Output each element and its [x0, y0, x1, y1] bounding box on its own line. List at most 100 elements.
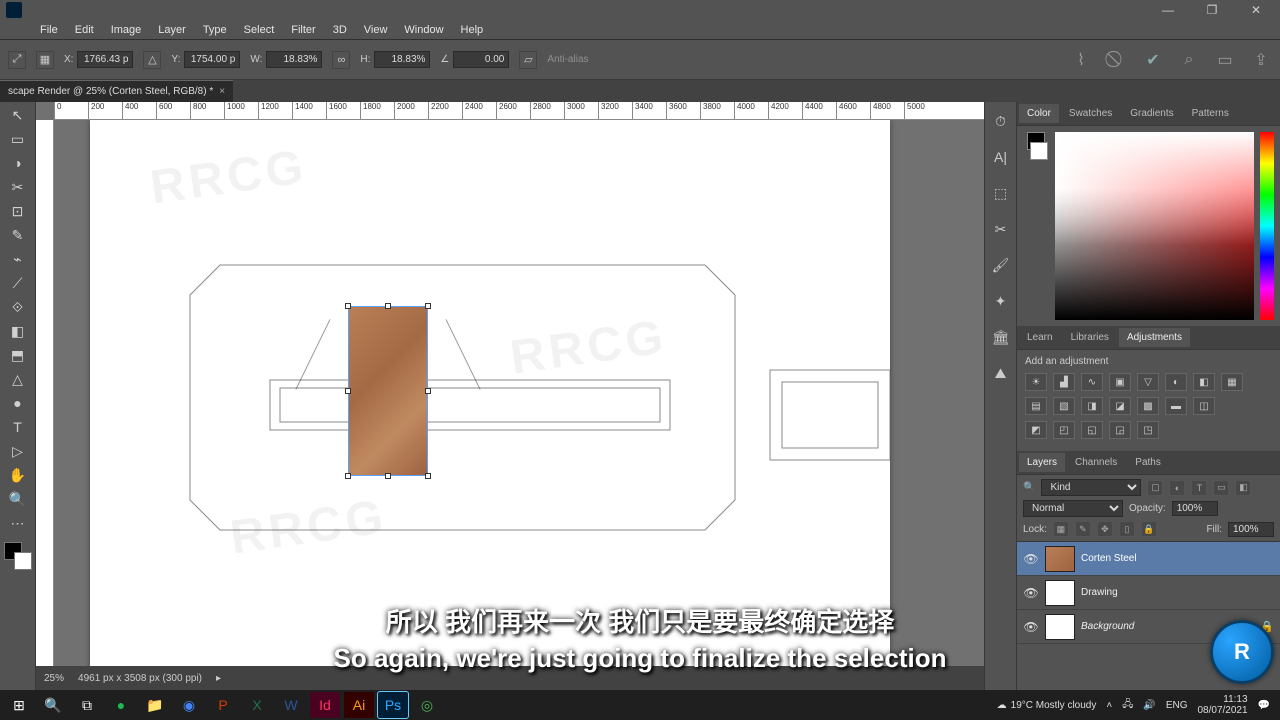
- excel-icon[interactable]: X: [242, 692, 272, 718]
- start-button[interactable]: ⊞: [4, 692, 34, 718]
- layer-name[interactable]: Background: [1081, 621, 1134, 632]
- search-taskbar-icon[interactable]: 🔍: [38, 692, 68, 718]
- crop-tool[interactable]: ✂: [3, 176, 33, 198]
- shape-tool[interactable]: ●: [3, 392, 33, 414]
- type-tool[interactable]: T: [3, 416, 33, 438]
- illustrator-icon[interactable]: Ai: [344, 692, 374, 718]
- channel-mixer-icon[interactable]: ▤: [1025, 397, 1047, 415]
- scissors-icon[interactable]: ✂: [988, 216, 1014, 242]
- brush-tool[interactable]: ⌁: [3, 248, 33, 270]
- menu-file[interactable]: File: [32, 22, 66, 38]
- powerpoint-icon[interactable]: P: [208, 692, 238, 718]
- tab-learn[interactable]: Learn: [1019, 328, 1061, 347]
- hand-tool[interactable]: ✋: [3, 464, 33, 486]
- hue-icon[interactable]: ◐: [1165, 373, 1187, 391]
- transform-handle[interactable]: [345, 303, 351, 309]
- language-indicator[interactable]: ENG: [1166, 700, 1188, 711]
- brightness-icon[interactable]: ☀: [1025, 373, 1047, 391]
- document-viewport[interactable]: RRCG RRCG RRCG: [54, 120, 984, 666]
- visibility-icon[interactable]: 👁: [1023, 586, 1039, 600]
- close-button[interactable]: ✕: [1234, 0, 1278, 20]
- menu-type[interactable]: Type: [195, 22, 235, 38]
- menu-view[interactable]: View: [356, 22, 396, 38]
- menu-layer[interactable]: Layer: [150, 22, 194, 38]
- link-wh-icon[interactable]: ∞: [332, 51, 350, 69]
- invert-icon[interactable]: ◨: [1081, 397, 1103, 415]
- transform-handle[interactable]: [345, 388, 351, 394]
- photoshop-icon[interactable]: Ps: [378, 692, 408, 718]
- commit-transform-icon[interactable]: ✔: [1142, 49, 1164, 71]
- ruler-horizontal[interactable]: 0200400600800100012001400160018002000220…: [54, 102, 984, 120]
- minimize-button[interactable]: —: [1146, 0, 1190, 20]
- filter-shape-icon[interactable]: ▭: [1213, 480, 1229, 496]
- tab-swatches[interactable]: Swatches: [1061, 104, 1120, 123]
- posterize-icon[interactable]: ◪: [1109, 397, 1131, 415]
- layer-row[interactable]: 👁Drawing: [1017, 576, 1280, 610]
- y-field[interactable]: 1754.00 p: [184, 51, 240, 68]
- lock-all-icon[interactable]: 🔒: [1141, 521, 1157, 537]
- dodge-tool[interactable]: ⬒: [3, 344, 33, 366]
- zoom-tool[interactable]: 🔍: [3, 488, 33, 510]
- ruler-vertical[interactable]: [36, 120, 54, 690]
- pen-tool[interactable]: △: [3, 368, 33, 390]
- chrome-icon[interactable]: ◉: [174, 692, 204, 718]
- reference-point-icon[interactable]: ▦: [36, 51, 54, 69]
- tray-volume-icon[interactable]: 🔊: [1143, 700, 1155, 711]
- lasso-tool[interactable]: ◑: [3, 152, 33, 174]
- opacity-field[interactable]: [1172, 501, 1218, 516]
- visibility-icon[interactable]: 👁: [1023, 620, 1039, 634]
- transform-handle[interactable]: [425, 303, 431, 309]
- search-icon[interactable]: ⌕: [1178, 49, 1200, 71]
- menu-select[interactable]: Select: [236, 22, 283, 38]
- tray-chevron-icon[interactable]: ˄: [1106, 700, 1112, 711]
- layer-thumbnail[interactable]: [1045, 614, 1075, 640]
- vibrance-icon[interactable]: ▽: [1137, 373, 1159, 391]
- layer-filter-kind[interactable]: Kind: [1041, 479, 1141, 496]
- color-swatches[interactable]: [4, 542, 32, 570]
- history-brush-tool[interactable]: ⟐: [3, 296, 33, 318]
- tab-gradients[interactable]: Gradients: [1122, 104, 1181, 123]
- background-color[interactable]: [1030, 142, 1048, 160]
- maximize-button[interactable]: ❐: [1190, 0, 1234, 20]
- obs-icon[interactable]: ◎: [412, 692, 442, 718]
- brushes-icon[interactable]: 🖌: [988, 252, 1014, 278]
- 3d-icon[interactable]: ⛰: [988, 360, 1014, 386]
- color-lookup-icon[interactable]: ▧: [1053, 397, 1075, 415]
- hue-slider[interactable]: [1260, 132, 1274, 320]
- weather-widget[interactable]: ☁19°C Mostly cloudy: [997, 700, 1097, 711]
- adj-extra-4-icon[interactable]: ◲: [1109, 421, 1131, 439]
- angle-field[interactable]: 0.00: [453, 51, 509, 68]
- w-field[interactable]: 18.83%: [266, 51, 322, 68]
- color-picker-field[interactable]: [1055, 132, 1254, 320]
- styles-icon[interactable]: ✦: [988, 288, 1014, 314]
- tab-patterns[interactable]: Patterns: [1184, 104, 1237, 123]
- curves-icon[interactable]: ∿: [1081, 373, 1103, 391]
- transform-handle[interactable]: [425, 388, 431, 394]
- warp-mode-icon[interactable]: ⌇: [1070, 49, 1092, 71]
- filter-pixel-icon[interactable]: ▢: [1147, 480, 1163, 496]
- fill-field[interactable]: [1228, 522, 1274, 537]
- levels-icon[interactable]: ▟: [1053, 373, 1075, 391]
- layer-thumbnail[interactable]: [1045, 580, 1075, 606]
- transform-handle[interactable]: [425, 473, 431, 479]
- bw-icon[interactable]: ◧: [1193, 373, 1215, 391]
- cancel-transform-icon[interactable]: ⃠: [1106, 49, 1128, 71]
- zoom-level[interactable]: 25%: [44, 673, 64, 684]
- skew-h-icon[interactable]: ▱: [519, 51, 537, 69]
- tab-libraries[interactable]: Libraries: [1063, 328, 1117, 347]
- status-arrow-icon[interactable]: ▸: [216, 673, 221, 684]
- canvas[interactable]: RRCG RRCG RRCG: [90, 120, 890, 666]
- layer-name[interactable]: Corten Steel: [1081, 553, 1137, 564]
- color-foreground-background[interactable]: [1023, 132, 1049, 320]
- photo-filter-icon[interactable]: ▦: [1221, 373, 1243, 391]
- filter-smart-icon[interactable]: ◧: [1235, 480, 1251, 496]
- close-tab-icon[interactable]: ×: [219, 86, 225, 97]
- menu-3d[interactable]: 3D: [325, 22, 355, 38]
- lock-transparent-icon[interactable]: ▦: [1053, 521, 1069, 537]
- filter-type-icon[interactable]: T: [1191, 480, 1207, 496]
- share-icon[interactable]: ⇪: [1250, 49, 1272, 71]
- lock-artboard-icon[interactable]: ▯: [1119, 521, 1135, 537]
- adj-extra-5-icon[interactable]: ◳: [1137, 421, 1159, 439]
- clock[interactable]: 11:13 08/07/2021: [1197, 694, 1247, 716]
- word-icon[interactable]: W: [276, 692, 306, 718]
